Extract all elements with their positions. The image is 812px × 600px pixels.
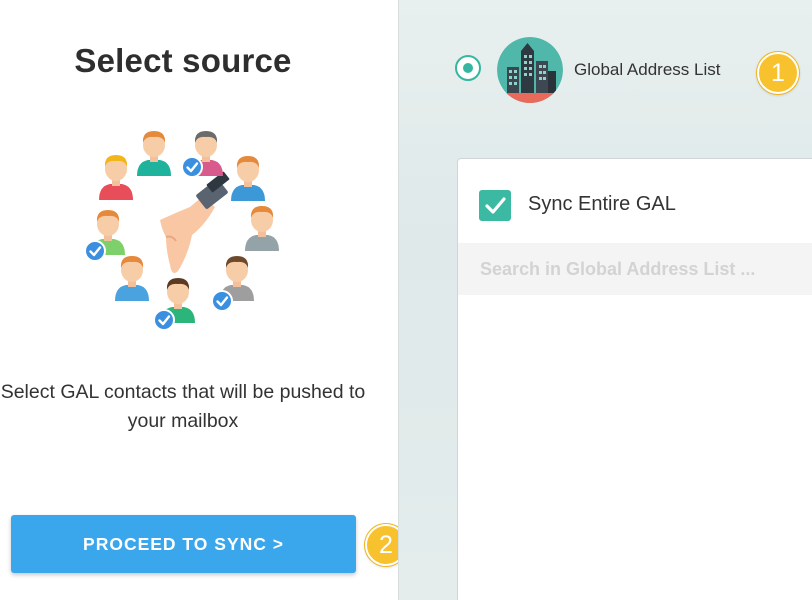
hand-stylus-icon — [160, 171, 230, 273]
proceed-to-sync-button[interactable]: PROCEED TO SYNC > — [11, 515, 356, 573]
sync-entire-gal-label[interactable]: Sync Entire GAL — [528, 193, 676, 216]
page-title: Select source — [74, 42, 292, 79]
contacts-selection-illustration — [80, 115, 290, 340]
step-badge-1: 1 — [757, 52, 799, 94]
description-text: Select GAL contacts that will be pushed … — [0, 381, 366, 432]
source-label[interactable]: Global Address List — [574, 60, 720, 80]
gal-search-input[interactable] — [458, 243, 812, 295]
source-radio-button[interactable] — [455, 55, 481, 81]
sync-entire-gal-checkbox[interactable] — [479, 190, 511, 221]
radio-selected-dot — [463, 63, 473, 73]
gal-contacts-card: Sync Entire GAL — [457, 158, 812, 600]
left-panel: Select source Select GAL contacts that w… — [0, 0, 398, 600]
checkmark-icon — [485, 197, 506, 214]
city-buildings-icon — [497, 37, 563, 103]
